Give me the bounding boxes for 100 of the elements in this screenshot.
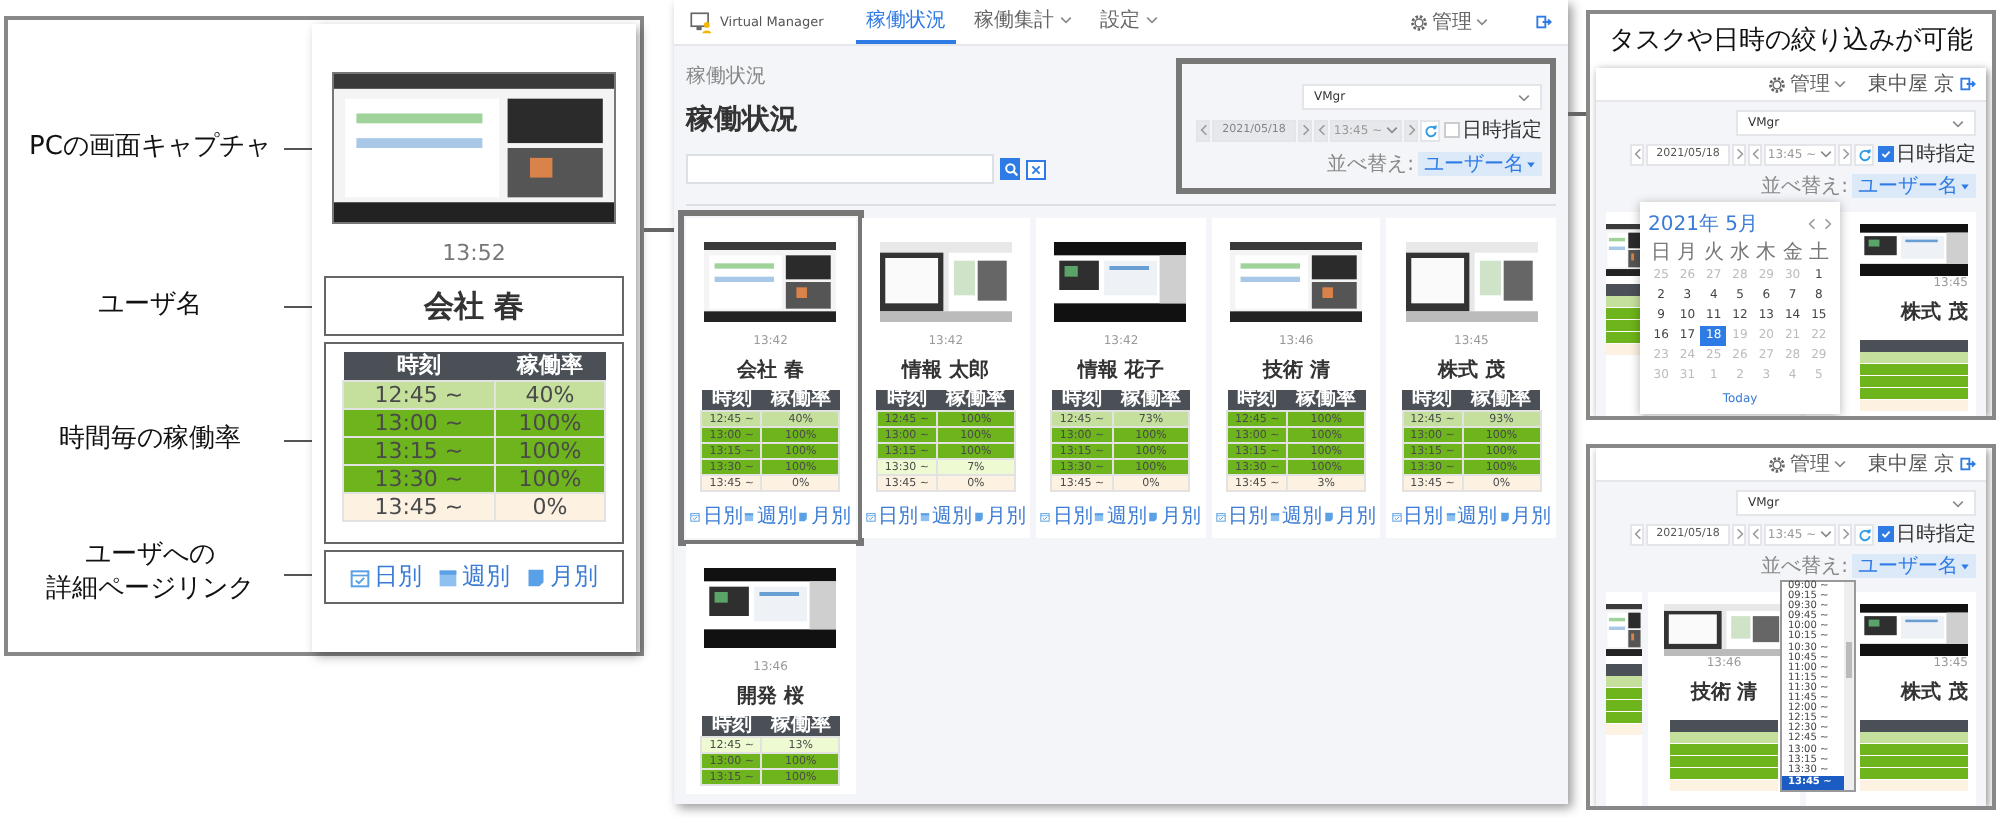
- detail-link[interactable]: 週別: [438, 560, 510, 594]
- detail-link[interactable]: 月別: [526, 560, 598, 594]
- previous-button[interactable]: [1748, 523, 1762, 545]
- rate-cell: 0%: [494, 493, 605, 521]
- sort-label: 並べ替え:: [1761, 173, 1848, 200]
- caption: タスクや日時の絞り込みが可能: [1607, 24, 1975, 60]
- time-cell: 13:45 ~: [343, 493, 495, 521]
- calendar-icon: [1094, 511, 1105, 521]
- weekday-label: 日: [1649, 242, 1674, 266]
- sort-button[interactable]: ユーザー名: [1852, 554, 1976, 578]
- next-button[interactable]: [1838, 523, 1852, 545]
- admin-menu[interactable]: 管理: [1767, 70, 1846, 98]
- chevron-down-icon: [1145, 16, 1158, 24]
- calendar-icon: [744, 511, 755, 521]
- caption-label: PCの画面キャプチャ: [27, 131, 273, 165]
- calendar-icon: [919, 511, 930, 521]
- leader-line: [284, 573, 312, 575]
- sort-button[interactable]: ユーザー名: [1852, 174, 1976, 198]
- detail-link[interactable]: 週別: [1270, 502, 1323, 530]
- calendar-check-icon: [350, 567, 370, 587]
- detail-link[interactable]: 週別: [744, 502, 797, 530]
- detail-link[interactable]: 月別: [973, 502, 1026, 530]
- refresh-icon: [1857, 527, 1871, 541]
- previous-button[interactable]: [1630, 143, 1644, 165]
- checkbox-label: 日時指定: [1896, 521, 1976, 548]
- detail-link[interactable]: 月別: [1499, 502, 1552, 530]
- detail-link[interactable]: 日別: [865, 502, 918, 530]
- chevron-left-icon: [1317, 124, 1325, 136]
- rate-cell: 40%: [494, 381, 605, 409]
- scrollbar[interactable]: [1844, 582, 1854, 790]
- refresh-icon: [1857, 147, 1871, 161]
- exit-icon: [1536, 14, 1552, 30]
- rate-cell: 100%: [494, 409, 605, 437]
- note-icon: [1324, 511, 1335, 521]
- exit-icon: [1960, 456, 1976, 472]
- chevron-right-icon: [1407, 124, 1415, 136]
- calendar-check-icon: [1391, 511, 1402, 521]
- weekday-label: 火: [1701, 242, 1726, 266]
- detail-link[interactable]: 週別: [919, 502, 972, 530]
- next-button[interactable]: [1732, 523, 1746, 545]
- previous-button[interactable]: [1630, 523, 1644, 545]
- sort-label: 並べ替え:: [1761, 553, 1848, 580]
- column-header: 稼働率: [494, 352, 605, 381]
- leader-line: [644, 228, 674, 231]
- weekday-label: 木: [1754, 242, 1779, 266]
- rate-table-drawing: [1860, 340, 1968, 412]
- chevron-down-icon: [1059, 16, 1072, 24]
- note-icon: [798, 511, 809, 521]
- refresh-button[interactable]: [1854, 143, 1874, 165]
- refresh-button[interactable]: [1420, 119, 1440, 141]
- checkbox-label: 日時指定: [1462, 117, 1542, 144]
- admin-menu[interactable]: 管理: [1410, 8, 1488, 36]
- search-button[interactable]: [1000, 158, 1020, 180]
- search-icon: [1003, 162, 1017, 176]
- chevron-right-icon: [1735, 148, 1743, 160]
- next-button[interactable]: [1838, 143, 1852, 165]
- rate-table-drawing: [1606, 284, 1642, 356]
- detail-link[interactable]: 週別: [1445, 502, 1498, 530]
- detail-link[interactable]: 日別: [1216, 502, 1269, 530]
- chevron-left-icon: [1808, 218, 1816, 230]
- note-icon: [973, 511, 984, 521]
- chevron-down-icon: [1820, 530, 1833, 538]
- next-button[interactable]: [1732, 143, 1746, 165]
- caption-label: 時間毎の稼働率: [57, 423, 243, 457]
- detail-link[interactable]: 日別: [690, 502, 743, 530]
- user-name: 東中屋 京: [1867, 451, 1954, 478]
- weekday-label: 水: [1727, 242, 1752, 266]
- nav-tab[interactable]: 稼働状況: [855, 0, 956, 44]
- nav-tab[interactable]: 設定: [1089, 0, 1168, 44]
- detail-link[interactable]: 月別: [1324, 502, 1377, 530]
- nav-tab[interactable]: 稼働集計: [963, 0, 1082, 44]
- chevron-left-icon: [1633, 528, 1641, 540]
- detail-link[interactable]: 週別: [1094, 502, 1147, 530]
- admin-menu[interactable]: 管理: [1767, 450, 1846, 478]
- weekday-label: 金: [1780, 242, 1805, 266]
- detail-link[interactable]: 月別: [1148, 502, 1201, 530]
- search-field[interactable]: [686, 154, 994, 184]
- chevron-down-icon: [1820, 150, 1833, 158]
- clear-button[interactable]: [1026, 159, 1046, 179]
- user-name: 東中屋 京: [1867, 71, 1954, 98]
- detail-link[interactable]: 日別: [350, 560, 422, 594]
- gear-icon: [1767, 455, 1786, 473]
- chevron-down-icon: [1952, 499, 1964, 507]
- detail-link[interactable]: 月別: [798, 502, 851, 530]
- time-cell: 13:15 ~: [343, 437, 495, 465]
- time-cell: 12:45 ~: [343, 381, 495, 409]
- caption-label: ユーザ名: [96, 289, 204, 323]
- note-icon: [1499, 511, 1510, 521]
- refresh-button[interactable]: [1854, 523, 1874, 545]
- previous-button[interactable]: [1748, 143, 1762, 165]
- chevron-right-icon: [1735, 528, 1743, 540]
- checkbox[interactable]: [1878, 526, 1894, 542]
- chevron-down-icon: [1833, 460, 1846, 468]
- checkbox[interactable]: [1878, 146, 1894, 162]
- detail-link[interactable]: 日別: [1040, 502, 1093, 530]
- user-name: 株式 茂: [1901, 299, 1968, 326]
- rate-table-drawing: [1860, 720, 1968, 792]
- user-name: 株式 茂: [1437, 357, 1505, 384]
- detail-link[interactable]: 日別: [1391, 502, 1444, 530]
- refresh-icon: [1423, 123, 1437, 137]
